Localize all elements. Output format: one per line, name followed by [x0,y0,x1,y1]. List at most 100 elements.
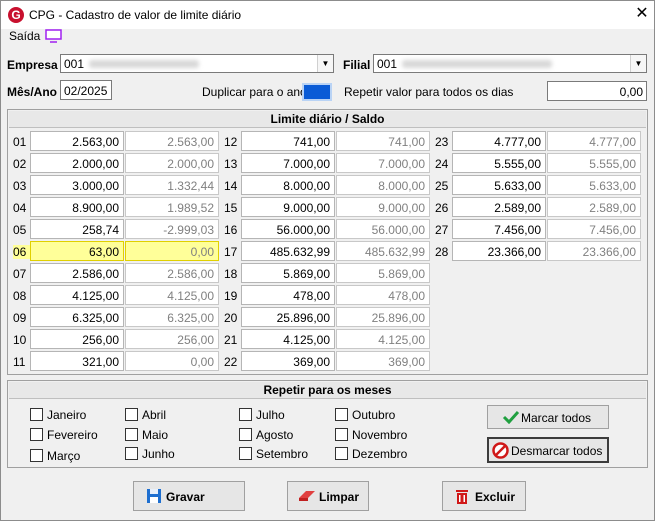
chevron-down-icon[interactable]: ▼ [630,55,646,72]
limite-input[interactable]: 5.555,00 [452,153,546,173]
cancel-icon [492,442,509,459]
empresa-code: 001 [64,57,85,71]
month-checkbox[interactable] [335,408,348,421]
day-number: 04 [13,201,27,215]
empresa-name-redacted [89,60,199,68]
limite-input[interactable]: 478,00 [241,285,335,305]
month-label: Julho [256,408,285,422]
limite-input[interactable]: 2.000,00 [30,153,124,173]
limite-input[interactable]: 6.325,00 [30,307,124,327]
limite-input[interactable]: 25.896,00 [241,307,335,327]
limite-input[interactable]: 741,00 [241,131,335,151]
month-checkbox[interactable] [30,408,43,421]
menu-saida[interactable]: Saída [9,29,40,43]
filial-combo[interactable]: 001 ▼ [373,54,647,73]
limite-input[interactable]: 321,00 [30,351,124,371]
month-checkbox[interactable] [125,447,138,460]
empresa-label: Empresa [7,58,58,72]
day-number: 05 [13,223,27,237]
limite-input[interactable]: 7.000,00 [241,153,335,173]
month-label: Janeiro [47,408,87,422]
excluir-label: Excluir [475,490,516,504]
limite-input[interactable]: 2.586,00 [30,263,124,283]
saldo-field: 2.589,00 [547,197,641,217]
filial-code: 001 [377,57,398,71]
desmarcar-todos-button[interactable]: Desmarcar todos [487,437,609,463]
day-number: 20 [224,311,238,325]
saldo-field: 1.989,52 [125,197,219,217]
limite-input[interactable]: 7.456,00 [452,219,546,239]
limite-input[interactable]: 5.869,00 [241,263,335,283]
limite-input[interactable]: 369,00 [241,351,335,371]
limite-input[interactable]: 3.000,00 [30,175,124,195]
window-title: CPG - Cadastro de valor de limite diário [29,8,242,22]
limite-input[interactable]: 56.000,00 [241,219,335,239]
limite-input[interactable]: 256,00 [30,329,124,349]
limite-input[interactable]: 9.000,00 [241,197,335,217]
month-checkbox[interactable] [30,428,43,441]
day-number: 06 [13,245,31,259]
saldo-field: 7.456,00 [547,219,641,239]
month-checkbox[interactable] [30,449,43,462]
mes-ano-input[interactable]: 02/2025 [60,80,112,100]
excluir-button[interactable]: Excluir [442,481,526,511]
limite-input[interactable]: 23.366,00 [452,241,546,261]
limite-input[interactable]: 2.563,00 [30,131,124,151]
month-checkbox[interactable] [125,408,138,421]
day-number: 17 [224,245,238,259]
saldo-field: 5.869,00 [336,263,430,283]
saldo-field: 23.366,00 [547,241,641,261]
month-label: Abril [142,408,167,422]
limite-input[interactable]: 258,74 [30,219,124,239]
day-number: 02 [13,157,27,171]
month-checkbox[interactable] [239,408,252,421]
empresa-combo[interactable]: 001 ▼ [60,54,334,73]
month-checkbox[interactable] [239,428,252,441]
mes-ano-label: Mês/Ano [7,85,58,99]
month-label: Fevereiro [47,428,98,442]
day-number: 21 [224,333,238,347]
saldo-field: 5.633,00 [547,175,641,195]
day-number: 16 [224,223,238,237]
duplicar-label: Duplicar para o ano [202,85,307,99]
duplicar-button[interactable] [302,83,332,101]
day-number: 25 [435,179,449,193]
chevron-down-icon[interactable]: ▼ [317,55,333,72]
saldo-field: 741,00 [336,131,430,151]
limite-saldo-header: Limite diário / Saldo [9,111,646,128]
limite-input[interactable]: 4.125,00 [241,329,335,349]
close-icon[interactable]: ✕ [631,3,653,25]
saldo-field: 1.332,44 [125,175,219,195]
monitor-icon[interactable] [45,29,62,43]
marcar-todos-button[interactable]: Marcar todos [487,405,609,429]
limite-input[interactable]: 2.589,00 [452,197,546,217]
month-checkbox[interactable] [239,447,252,460]
day-number: 12 [224,135,238,149]
day-number: 14 [224,179,238,193]
day-number: 15 [224,201,238,215]
limite-input[interactable]: 63,00 [30,241,124,261]
month-checkbox[interactable] [335,447,348,460]
limite-input[interactable]: 4.125,00 [30,285,124,305]
month-label: Março [47,449,81,463]
limite-input[interactable]: 8.000,00 [241,175,335,195]
day-number: 13 [224,157,238,171]
limpar-button[interactable]: Limpar [287,481,369,511]
saldo-field: 4.125,00 [336,329,430,349]
saldo-field: 4.777,00 [547,131,641,151]
saldo-field: 2.000,00 [125,153,219,173]
day-number: 26 [435,201,449,215]
gravar-button[interactable]: Gravar [133,481,245,511]
saldo-field: 7.000,00 [336,153,430,173]
month-checkbox[interactable] [125,428,138,441]
limite-input[interactable]: 4.777,00 [452,131,546,151]
saldo-field: 256,00 [125,329,219,349]
month-checkbox[interactable] [335,428,348,441]
saldo-field: 6.325,00 [125,307,219,327]
limite-input[interactable]: 5.633,00 [452,175,546,195]
limite-input[interactable]: 485.632,99 [241,241,335,261]
saldo-field: 478,00 [336,285,430,305]
repetir-valor-input[interactable]: 0,00 [547,81,647,101]
main-window: G CPG - Cadastro de valor de limite diár… [0,0,655,521]
limite-input[interactable]: 8.900,00 [30,197,124,217]
